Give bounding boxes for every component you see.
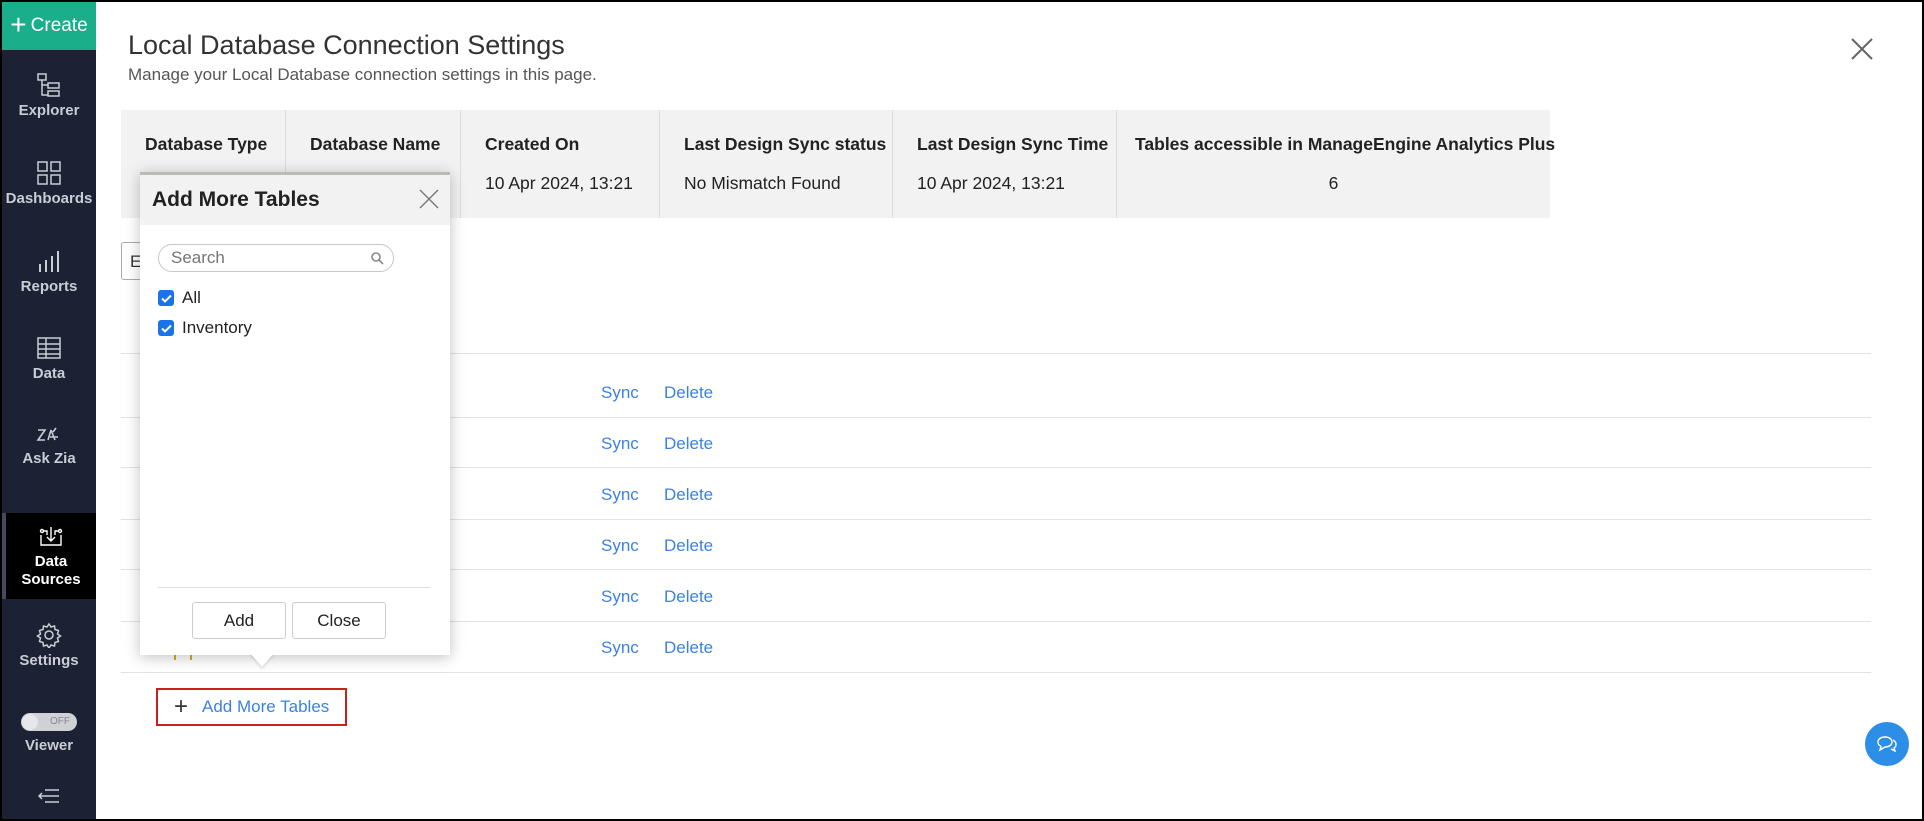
sidebar-item-data[interactable]: Data	[2, 335, 96, 382]
row-divider	[121, 672, 1871, 673]
sidebar-item-ask-zia[interactable]: Ask Zia	[2, 424, 96, 467]
sidebar-item-data-sources[interactable]: Data Sources	[2, 513, 96, 599]
add-more-tables-popup: Add More Tables All Inventory Add Close	[140, 172, 450, 655]
dashboards-icon	[37, 161, 61, 185]
plus-icon: +	[174, 693, 189, 720]
add-button[interactable]: Add	[192, 602, 286, 639]
gear-icon	[36, 622, 62, 648]
create-button[interactable]: + Create	[2, 2, 96, 50]
zia-icon	[36, 427, 58, 441]
data-icon	[37, 337, 61, 359]
checkbox-inventory[interactable]: Inventory	[158, 318, 252, 338]
sidebar: + Create Explorer Dashboards Reports Data…	[2, 2, 96, 819]
app-window: + Create Explorer Dashboards Reports Data…	[2, 2, 1922, 819]
collapse-sidebar-button[interactable]	[2, 788, 96, 808]
close-button[interactable]: Close	[292, 602, 386, 639]
popup-pointer	[250, 653, 274, 667]
add-more-tables-link[interactable]: + Add More Tables	[156, 688, 347, 726]
explorer-icon	[37, 73, 60, 97]
info-col: Created On 10 Apr 2024, 13:21	[461, 110, 660, 218]
checkbox-checked-icon[interactable]	[158, 290, 174, 306]
popup-header: Add More Tables	[140, 175, 450, 225]
page-subtitle: Manage your Local Database connection se…	[128, 65, 597, 84]
info-col: Tables accessible in ManageEngine Analyt…	[1135, 134, 1556, 193]
sidebar-item-dashboards[interactable]: Dashboards	[2, 160, 96, 207]
page-title: Local Database Connection Settings	[128, 30, 565, 60]
sync-link[interactable]: Sync	[601, 536, 639, 556]
chat-icon	[1877, 736, 1897, 753]
delete-link[interactable]: Delete	[664, 485, 713, 505]
sidebar-item-reports[interactable]: Reports	[2, 248, 96, 295]
info-col: Last Design Sync Time 10 Apr 2024, 13:21	[893, 110, 1117, 218]
data-sources-icon	[39, 527, 63, 546]
sync-link[interactable]: Sync	[601, 485, 639, 505]
info-col: Last Design Sync status No Mismatch Found	[660, 110, 893, 218]
sidebar-item-settings[interactable]: Settings	[2, 622, 96, 669]
close-icon[interactable]	[418, 188, 440, 210]
delete-link[interactable]: Delete	[664, 536, 713, 556]
checkbox-checked-icon[interactable]	[158, 320, 174, 336]
delete-link[interactable]: Delete	[664, 434, 713, 454]
sync-link[interactable]: Sync	[601, 434, 639, 454]
reports-icon	[39, 251, 59, 272]
sync-link[interactable]: Sync	[601, 383, 639, 403]
search-icon	[371, 252, 384, 265]
sync-link[interactable]: Sync	[601, 638, 639, 658]
sync-link[interactable]: Sync	[601, 587, 639, 607]
delete-link[interactable]: Delete	[664, 638, 713, 658]
collapse-icon	[37, 789, 59, 803]
delete-link[interactable]: Delete	[664, 383, 713, 403]
plus-icon: +	[10, 8, 27, 40]
sidebar-item-explorer[interactable]: Explorer	[2, 72, 96, 119]
search-input[interactable]	[158, 244, 394, 272]
delete-link[interactable]: Delete	[664, 587, 713, 607]
viewer-toggle[interactable]: OFF	[21, 713, 77, 731]
chat-button[interactable]	[1865, 722, 1909, 766]
checkbox-all[interactable]: All	[158, 288, 201, 308]
viewer-toggle-group: OFF Viewer	[2, 713, 96, 754]
popup-divider	[158, 587, 430, 588]
close-icon[interactable]	[1849, 36, 1875, 62]
